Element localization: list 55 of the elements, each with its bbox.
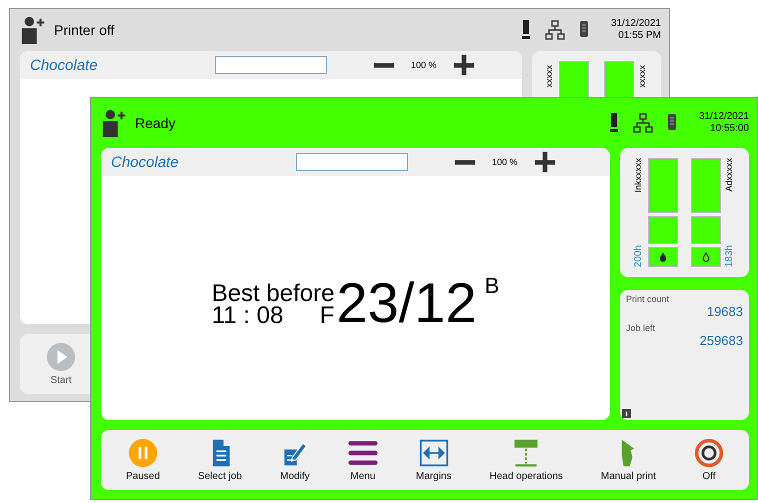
counter-label: Print count: [626, 294, 670, 304]
hours-reading: 200h: [632, 244, 645, 267]
label-caption: Best before: [212, 283, 334, 305]
level-bar: [648, 216, 678, 244]
level-bar: [691, 216, 722, 244]
zoom-level: 100 %: [492, 157, 518, 167]
drop-icon: [702, 252, 710, 262]
toolbar-button[interactable]: Off: [692, 436, 726, 484]
time-text: 10:55:00: [710, 123, 749, 135]
cartridge-icon: [578, 20, 589, 40]
toolbar-button[interactable]: Menu: [346, 436, 380, 484]
pause-icon: [128, 438, 158, 468]
label-code: B: [484, 273, 500, 299]
ink-bottle-icon: [608, 113, 619, 133]
ink-bottle-icon: [520, 20, 531, 40]
consumable-label: xxxxx: [544, 65, 555, 88]
input-field[interactable]: [296, 153, 408, 171]
info-icon[interactable]: [622, 409, 631, 418]
power-icon: [694, 438, 724, 468]
toolbar-button[interactable]: Head operations: [488, 436, 565, 484]
consumable-label: Inkxxxxx: [632, 158, 644, 193]
toolbar-button[interactable]: Manual print: [598, 436, 658, 484]
consumable-label: xxxxx: [637, 65, 648, 88]
zoom-in-icon[interactable]: [534, 151, 556, 173]
hours-reading: 183h: [724, 244, 736, 267]
label-time: 11 : 08: [212, 305, 284, 327]
toolbar-button[interactable]: Paused: [124, 436, 162, 484]
consumable-label: Adxxxxx: [724, 158, 736, 192]
network-icon: [632, 113, 653, 133]
zoom-level: 100 %: [411, 60, 437, 70]
label-code: F: [320, 305, 334, 327]
printer-status: Ready: [135, 115, 176, 131]
time-text: 01:55 PM: [618, 30, 661, 42]
network-icon: [544, 20, 565, 40]
menu-icon: [348, 438, 378, 468]
input-field[interactable]: [215, 56, 327, 74]
job-name: Chocolate: [111, 154, 180, 170]
toolbar-button[interactable]: Select job: [196, 436, 244, 484]
drop-icon: [658, 252, 667, 262]
toolbar-button[interactable]: Modify: [278, 436, 312, 484]
level-bar: [691, 158, 722, 214]
counter-value: 259683: [700, 333, 743, 348]
play-icon: [46, 342, 76, 372]
level-bar: [648, 158, 678, 214]
date-text: 31/12/2021: [698, 111, 749, 123]
label-date: 23/12: [336, 273, 477, 333]
toolbar-button[interactable]: Margins: [414, 436, 454, 484]
counter-label: Job left: [626, 323, 656, 333]
date-text: 31/12/2021: [610, 18, 661, 30]
printer-status: Printer off: [54, 22, 114, 38]
cartridge-icon: [666, 113, 677, 133]
counter-value: 19683: [706, 304, 743, 319]
zoom-in-icon[interactable]: [452, 54, 475, 76]
margins-icon: [418, 438, 449, 468]
job-name: Chocolate: [30, 56, 99, 74]
